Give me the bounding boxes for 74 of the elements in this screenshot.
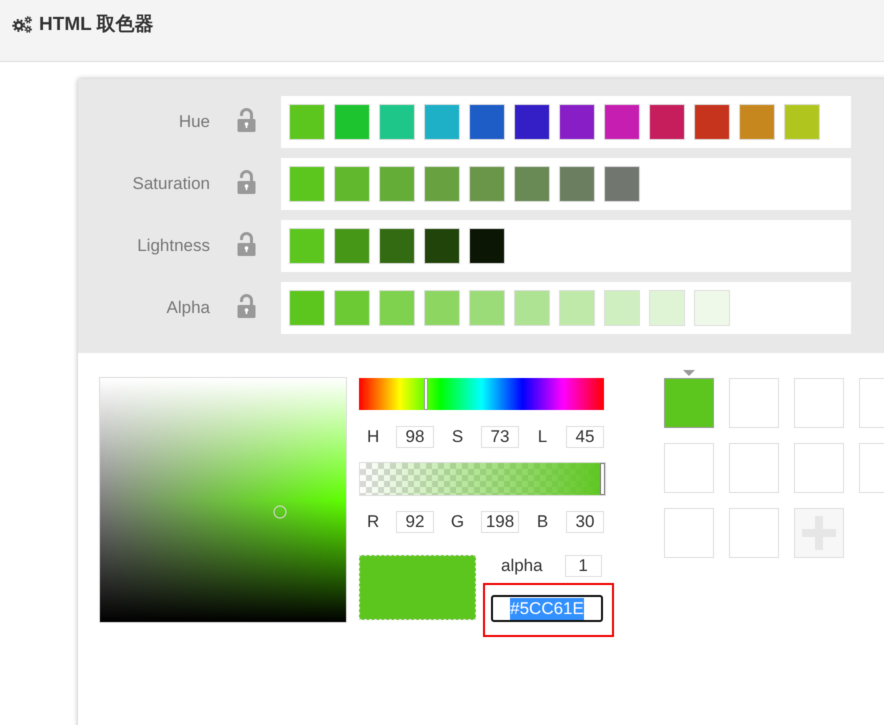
number-field[interactable]: 198 [481, 511, 519, 533]
color-swatch[interactable] [334, 166, 370, 202]
empty-palette-slot[interactable] [794, 443, 844, 493]
color-swatch[interactable] [694, 290, 730, 326]
field-label: L [536, 426, 548, 448]
page-title: HTML 取色器 [39, 13, 154, 37]
color-swatch[interactable] [469, 104, 505, 140]
field-label: S [450, 426, 464, 448]
padlock-icon[interactable] [236, 170, 257, 194]
row-label: Hue [178, 111, 210, 134]
color-swatch[interactable] [424, 104, 460, 140]
add-color-button[interactable] [794, 508, 844, 558]
number-field[interactable]: 30 [566, 511, 604, 533]
color-swatch[interactable] [334, 228, 370, 264]
palette-swatch[interactable] [664, 378, 714, 428]
color-swatch[interactable] [469, 290, 505, 326]
number-field[interactable]: 98 [396, 426, 434, 448]
color-swatch[interactable] [379, 290, 415, 326]
color-swatch[interactable] [559, 104, 595, 140]
color-swatch[interactable] [469, 166, 505, 202]
color-swatch[interactable] [649, 290, 685, 326]
color-swatch[interactable] [289, 166, 325, 202]
color-swatch[interactable] [649, 104, 685, 140]
slider-thumb[interactable] [600, 463, 605, 495]
empty-palette-slot[interactable] [794, 378, 844, 428]
color-swatch[interactable] [424, 166, 460, 202]
alpha-slider[interactable] [359, 462, 606, 496]
empty-palette-slot[interactable] [664, 508, 714, 558]
color-swatch[interactable] [334, 104, 370, 140]
empty-palette-slot[interactable] [664, 443, 714, 493]
color-swatch[interactable] [514, 166, 550, 202]
color-swatch[interactable] [514, 104, 550, 140]
row-label: Alpha [166, 297, 210, 320]
number-field[interactable]: 1 [564, 555, 602, 577]
empty-palette-slot[interactable] [729, 378, 779, 428]
color-swatch[interactable] [289, 290, 325, 326]
color-swatch[interactable] [379, 104, 415, 140]
color-swatch[interactable] [559, 290, 595, 326]
field-label: G [450, 511, 466, 533]
field-label: alpha [501, 555, 543, 577]
number-field[interactable]: 92 [396, 511, 434, 533]
picker-handle[interactable] [273, 506, 286, 519]
color-swatch[interactable] [604, 290, 640, 326]
color-swatch[interactable] [694, 104, 730, 140]
padlock-icon[interactable] [236, 232, 257, 256]
color-swatch[interactable] [379, 228, 415, 264]
padlock-icon[interactable] [236, 294, 257, 318]
row-label: Lightness [136, 235, 210, 258]
saturation-lightness-area[interactable] [99, 377, 347, 623]
empty-palette-slot[interactable] [729, 508, 779, 558]
number-field[interactable]: 73 [481, 426, 519, 448]
slider-thumb[interactable] [424, 378, 428, 410]
color-swatch[interactable] [334, 290, 370, 326]
color-swatch[interactable] [559, 166, 595, 202]
color-swatch[interactable] [469, 228, 505, 264]
color-swatch[interactable] [289, 228, 325, 264]
color-swatch[interactable] [514, 290, 550, 326]
color-swatch[interactable] [379, 166, 415, 202]
color-swatch[interactable] [604, 104, 640, 140]
number-field[interactable]: 45 [566, 426, 604, 448]
color-swatch[interactable] [604, 166, 640, 202]
color-swatch[interactable] [424, 290, 460, 326]
field-label: H [366, 426, 380, 448]
empty-palette-slot[interactable] [729, 443, 779, 493]
color-swatch[interactable] [739, 104, 775, 140]
color-swatch[interactable] [784, 104, 820, 140]
field-label: R [366, 511, 380, 533]
gears-icon [12, 16, 33, 33]
hue-slider[interactable] [359, 378, 604, 410]
padlock-icon[interactable] [236, 108, 257, 132]
field-label: B [536, 511, 550, 533]
row-label: Saturation [132, 173, 210, 196]
color-swatch[interactable] [424, 228, 460, 264]
color-swatch[interactable] [289, 104, 325, 140]
